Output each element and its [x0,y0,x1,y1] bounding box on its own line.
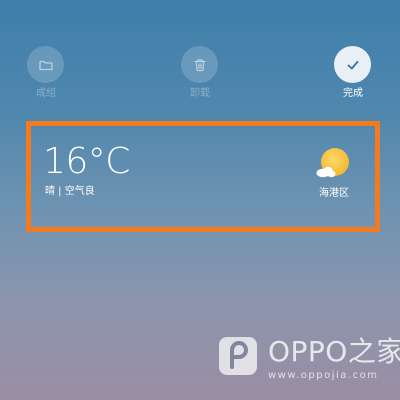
city-label: 海港区 [319,188,349,199]
group-button-label: 成组 [36,88,56,99]
group-button-circle [27,46,64,83]
done-button-label: 完成 [343,88,363,99]
sunny-partly-cloudy-icon [314,146,354,182]
weather-widget[interactable]: 16°C 晴 | 空气良 海港区 [31,126,375,227]
done-button[interactable]: 完成 [323,46,383,106]
done-button-circle [334,46,371,83]
temperature-text: 16°C [43,141,130,182]
weather-condition-text: 晴 | 空气良 [45,186,95,197]
watermark-name: OPPO之家 [268,335,400,368]
oppojia-watermark: OPPO之家 www.oppojia.com [218,334,400,386]
uninstall-button[interactable]: 卸载 [170,46,230,106]
folder-icon [38,60,53,70]
oppojia-logo-icon [219,337,257,375]
trash-icon [193,58,206,71]
uninstall-button-label: 卸载 [190,88,210,99]
edit-action-bar: 成组 卸载 完成 [0,0,400,110]
watermark-url: www.oppojia.com [268,370,379,381]
uninstall-button-circle [181,46,218,83]
group-button[interactable]: 成组 [16,46,76,106]
check-icon [347,60,358,69]
